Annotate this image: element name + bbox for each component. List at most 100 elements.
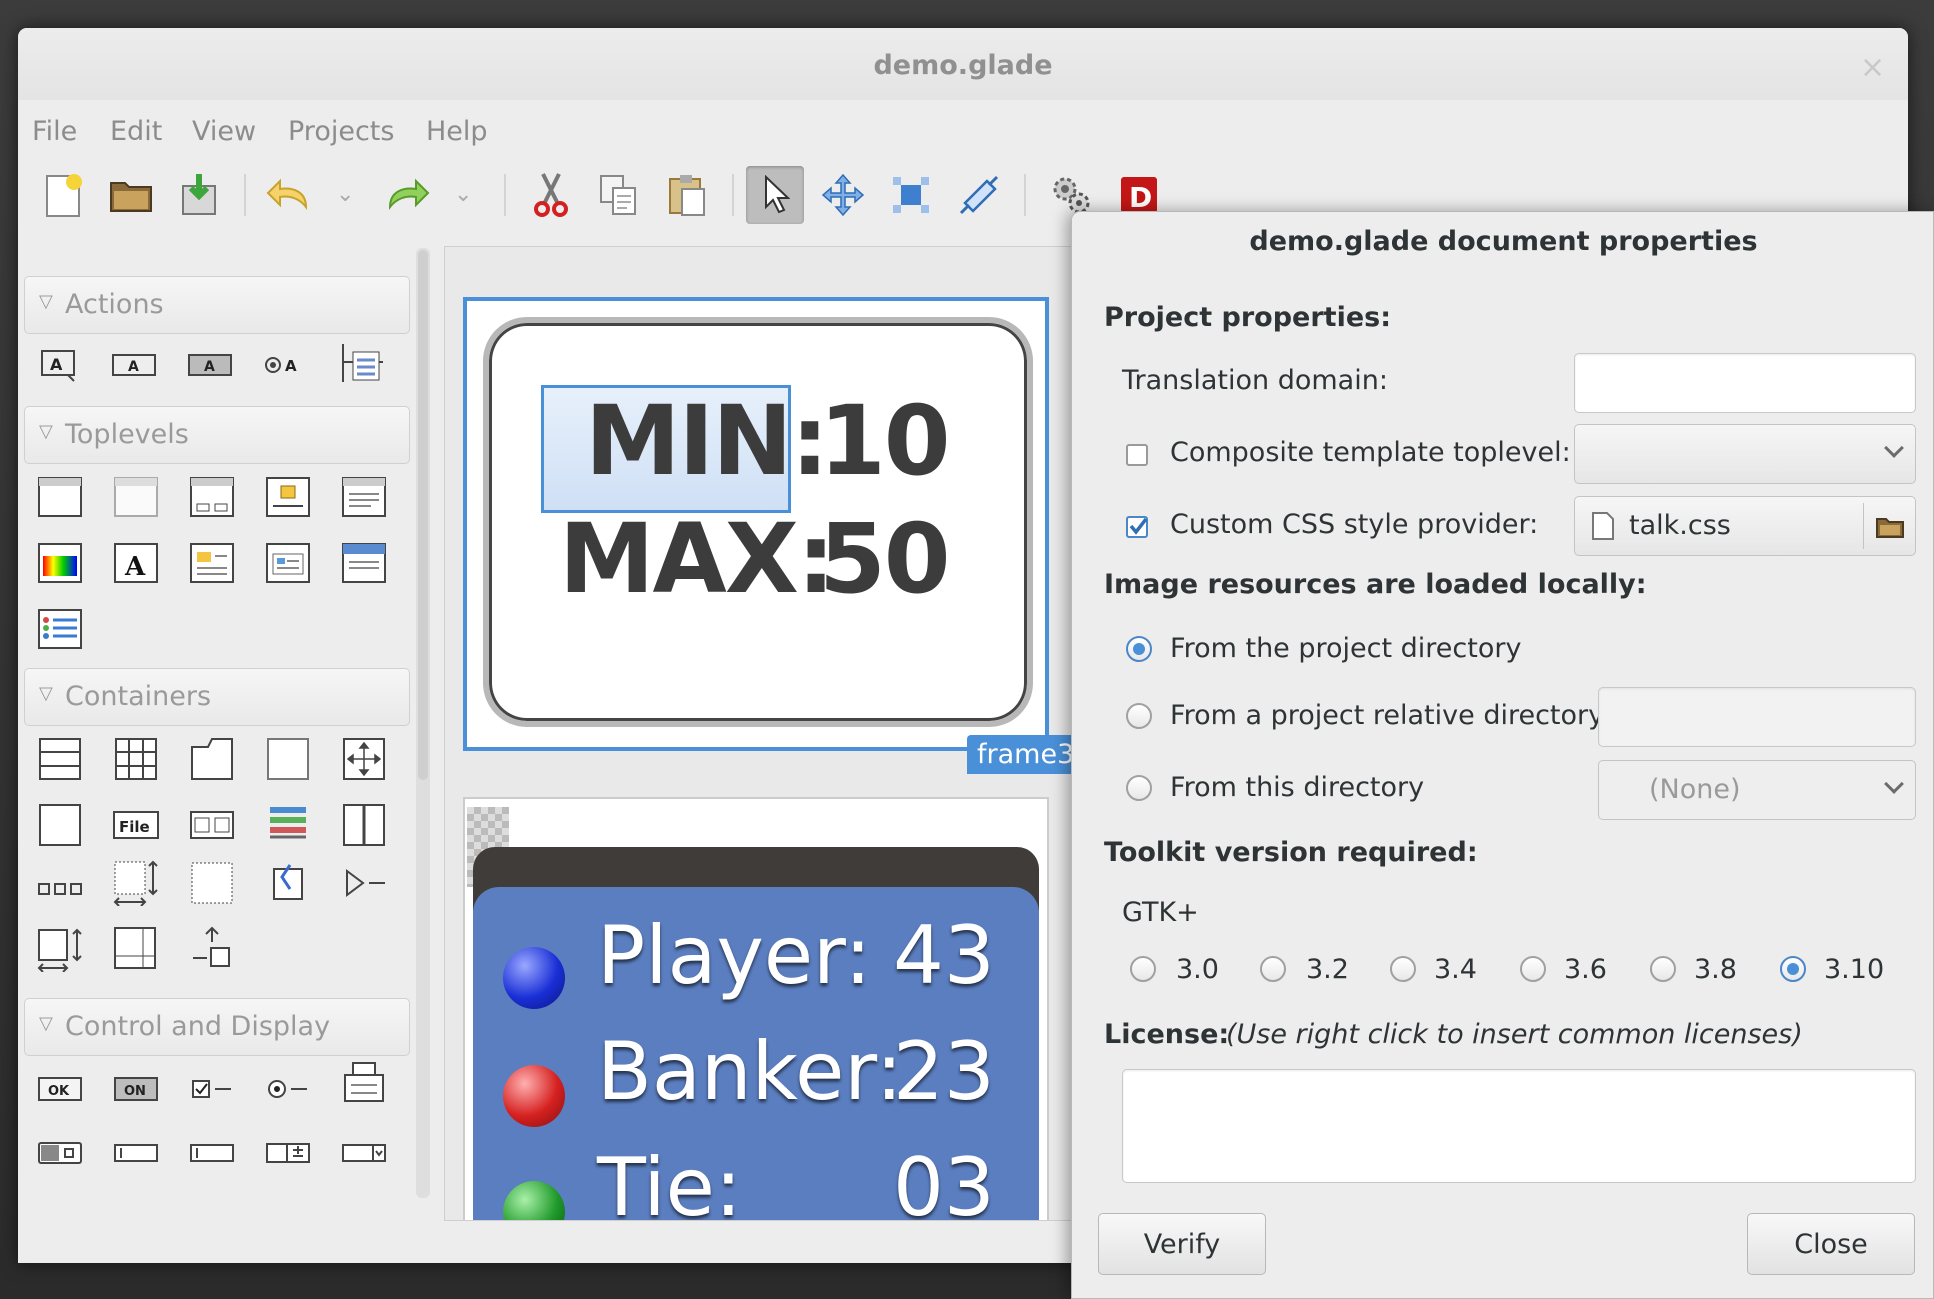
- player-label[interactable]: Player:: [597, 909, 872, 1002]
- about-dialog-icon[interactable]: [340, 476, 388, 518]
- notebook-container-icon[interactable]: [188, 738, 236, 780]
- spin-button-icon[interactable]: [264, 1132, 312, 1174]
- paned-container-icon[interactable]: [340, 804, 388, 846]
- offscreen-window-icon[interactable]: [112, 476, 160, 518]
- toggle-action-icon[interactable]: A: [110, 344, 158, 386]
- version-radio-3-4[interactable]: [1390, 956, 1416, 982]
- relative-directory-input[interactable]: [1598, 687, 1916, 747]
- folder-browse-icon[interactable]: [1875, 515, 1905, 539]
- player-score[interactable]: 43: [893, 909, 995, 1002]
- save-icon[interactable]: [170, 166, 228, 224]
- css-file-chooser[interactable]: talk.css: [1574, 496, 1916, 556]
- version-radio-3-0[interactable]: [1130, 956, 1156, 982]
- composite-template-combo[interactable]: [1574, 424, 1916, 484]
- tie-score[interactable]: 03: [893, 1141, 995, 1220]
- version-radio-3-2[interactable]: [1260, 956, 1286, 982]
- copy-icon[interactable]: [590, 166, 648, 224]
- menu-help[interactable]: Help: [426, 116, 488, 147]
- tie-label[interactable]: Tie:: [597, 1141, 742, 1220]
- window-widget-icon[interactable]: [36, 476, 84, 518]
- menu-file[interactable]: File: [32, 116, 77, 147]
- new-file-icon[interactable]: [34, 166, 92, 224]
- open-folder-icon[interactable]: [102, 166, 160, 224]
- version-radio-3-8[interactable]: [1650, 956, 1676, 982]
- radio-relative-directory[interactable]: [1126, 703, 1152, 729]
- redo-dropdown-icon[interactable]: ⌄: [454, 182, 472, 207]
- overlay-icon[interactable]: [188, 926, 236, 970]
- expander-icon[interactable]: [340, 862, 388, 904]
- close-button[interactable]: Close: [1747, 1213, 1915, 1275]
- frame-container-icon[interactable]: [264, 738, 312, 780]
- alignment-edit-icon[interactable]: [950, 166, 1008, 224]
- viewport-icon[interactable]: [188, 862, 236, 904]
- select-pointer-icon[interactable]: [746, 166, 804, 224]
- event-box-icon[interactable]: [112, 927, 160, 970]
- paste-icon[interactable]: [658, 166, 716, 224]
- banker-score[interactable]: 23: [893, 1025, 995, 1118]
- scrolled-window-icon[interactable]: [112, 860, 160, 906]
- palette-group-toplevels[interactable]: ▽ Toplevels: [24, 406, 410, 464]
- max-value[interactable]: 50: [819, 503, 951, 615]
- menu-edit[interactable]: Edit: [110, 116, 162, 147]
- radio-project-directory[interactable]: [1126, 636, 1152, 662]
- verify-button[interactable]: Verify: [1098, 1213, 1266, 1275]
- version-radio-3-6[interactable]: [1520, 956, 1546, 982]
- min-value[interactable]: 10: [819, 385, 951, 497]
- check-button-icon[interactable]: [188, 1068, 236, 1110]
- dialog-widget-icon[interactable]: [188, 476, 236, 518]
- recent-chooser-dialog-icon[interactable]: [264, 542, 312, 584]
- box-container-icon[interactable]: [36, 738, 84, 780]
- undo-dropdown-icon[interactable]: ⌄: [336, 182, 354, 207]
- palette-group-control-display[interactable]: ▽ Control and Display: [24, 998, 410, 1056]
- min-label[interactable]: MIN:: [585, 385, 829, 497]
- window-close-icon[interactable]: ×: [1860, 50, 1885, 85]
- frame3-widget[interactable]: MIN: 10 MAX: 50: [463, 297, 1049, 751]
- banker-label[interactable]: Banker:: [597, 1025, 903, 1118]
- message-dialog-icon[interactable]: [264, 476, 312, 518]
- version-radio-3-10[interactable]: [1780, 956, 1806, 982]
- action-group-icon[interactable]: [338, 342, 386, 384]
- palette-group-actions[interactable]: ▽ Actions: [24, 276, 410, 334]
- css-provider-checkbox[interactable]: [1126, 516, 1148, 538]
- button-widget-icon[interactable]: OK: [36, 1068, 84, 1110]
- license-textarea[interactable]: [1122, 1069, 1916, 1183]
- toggle-button-icon[interactable]: ON: [112, 1068, 160, 1110]
- switch-icon[interactable]: [36, 1132, 84, 1174]
- radio-action-icon[interactable]: A: [186, 344, 234, 386]
- design-canvas[interactable]: MIN: 10 MAX: 50 frame3 Player: 43 Banker…: [444, 246, 1104, 1221]
- aspect-frame-icon[interactable]: [36, 804, 84, 846]
- radio-this-directory[interactable]: [1126, 775, 1152, 801]
- max-label[interactable]: MAX:: [559, 503, 835, 615]
- cut-icon[interactable]: [522, 166, 580, 224]
- toolbar-widget-icon[interactable]: [264, 802, 312, 844]
- menu-button-icon[interactable]: [340, 1062, 388, 1104]
- fixed-container-icon[interactable]: [340, 738, 388, 780]
- revealer-icon[interactable]: [264, 862, 312, 904]
- palette-scrollbar-thumb[interactable]: [418, 250, 428, 780]
- drag-resize-icon[interactable]: [814, 166, 872, 224]
- translation-domain-input[interactable]: [1574, 353, 1916, 413]
- radio-button-icon[interactable]: [264, 1068, 312, 1110]
- toolbar-items-icon[interactable]: [36, 868, 84, 910]
- margin-edit-icon[interactable]: [882, 166, 940, 224]
- menu-view[interactable]: View: [192, 116, 256, 147]
- search-entry-icon[interactable]: [188, 1132, 236, 1174]
- font-chooser-dialog-icon[interactable]: A: [112, 542, 160, 584]
- scoreboard-frame[interactable]: Player: 43 Banker: 23 Tie: 03: [463, 797, 1049, 1220]
- menu-projects[interactable]: Projects: [288, 116, 394, 147]
- recent-action-icon[interactable]: A: [262, 344, 310, 386]
- grid-container-icon[interactable]: [112, 738, 160, 780]
- redo-icon[interactable]: [378, 166, 436, 224]
- entry-widget-icon[interactable]: [112, 1132, 160, 1174]
- color-chooser-dialog-icon[interactable]: [36, 542, 84, 584]
- app-chooser-dialog-icon[interactable]: [36, 608, 84, 650]
- button-box-icon[interactable]: [188, 804, 236, 846]
- undo-icon[interactable]: [260, 166, 318, 224]
- file-chooser-dialog-icon[interactable]: [188, 542, 236, 584]
- title-bar[interactable]: demo.glade ×: [18, 28, 1908, 100]
- assistant-icon[interactable]: [340, 542, 388, 584]
- palette-group-containers[interactable]: ▽ Containers: [24, 668, 410, 726]
- file-chooser-widget-icon[interactable]: File: [112, 804, 160, 846]
- action-icon[interactable]: A: [36, 344, 84, 386]
- composite-template-checkbox[interactable]: [1126, 444, 1148, 466]
